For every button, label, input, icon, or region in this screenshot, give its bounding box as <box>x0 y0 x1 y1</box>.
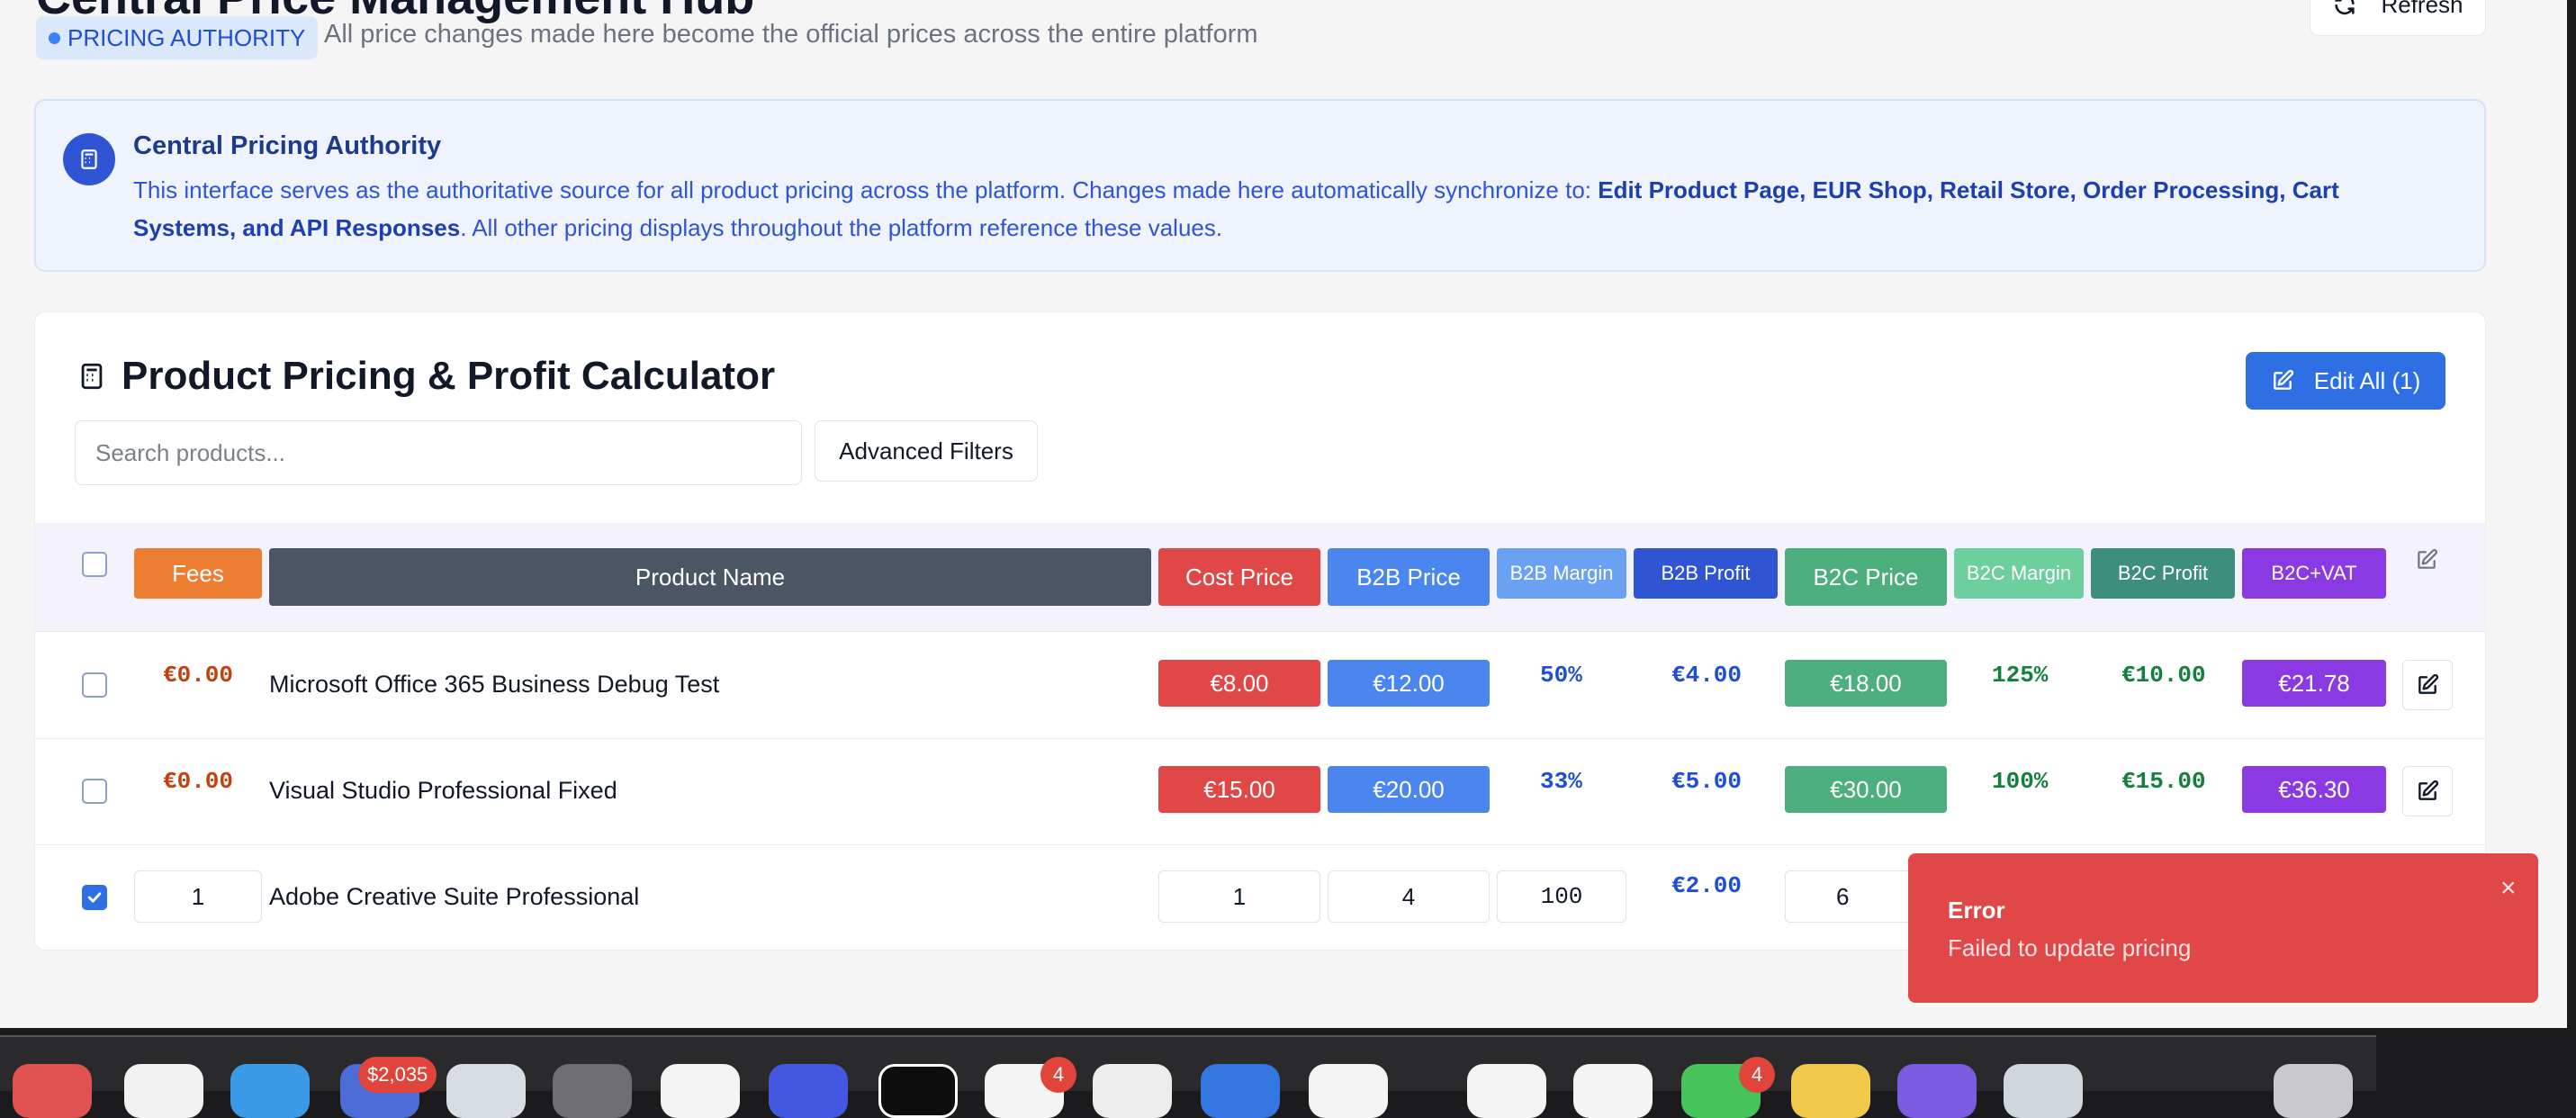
b2c-profit-value: €10.00 <box>2121 662 2206 689</box>
toast-title: Error <box>1948 897 2005 924</box>
b2c-price-value: €18.00 <box>1785 660 1947 707</box>
b2b-profit-value: €2.00 <box>1671 872 1743 899</box>
app-icon[interactable] <box>1897 1064 1977 1118</box>
calculator-icon <box>63 133 115 185</box>
cost-price-value: €8.00 <box>1158 660 1320 707</box>
messages-badge: 4 <box>1739 1057 1775 1093</box>
header-b2c-vat[interactable]: B2C+VAT <box>2242 548 2386 599</box>
b2b-profit-value: €4.00 <box>1671 662 1743 689</box>
header-fees[interactable]: Fees <box>134 548 262 599</box>
header-product-name[interactable]: Product Name <box>269 548 1151 606</box>
price-management-page: Central Price Management Hub PRICING AUT… <box>0 0 2567 1028</box>
edit-icon <box>2418 673 2439 694</box>
finance-badge: $2,035 <box>358 1057 437 1093</box>
edit-icon <box>2418 780 2439 800</box>
macos-dock: $2,035 4 4 <box>0 1035 2376 1118</box>
product-name: Adobe Creative Suite Professional <box>269 883 640 910</box>
badge-label: PRICING AUTHORITY <box>68 23 306 51</box>
app-store-icon[interactable] <box>1201 1064 1280 1118</box>
header-b2b-margin[interactable]: B2B Margin <box>1497 548 1626 599</box>
edit-column-icon <box>2418 549 2437 569</box>
info-text: This interface serves as the authoritati… <box>133 171 2437 247</box>
b2b-price-value: €12.00 <box>1328 660 1490 707</box>
app-icon[interactable] <box>1791 1064 1870 1118</box>
fees-value: €0.00 <box>163 662 234 689</box>
b2c-vat-value: €36.30 <box>2242 766 2386 813</box>
notes-icon[interactable] <box>1093 1064 1172 1118</box>
header-b2b-profit[interactable]: B2B Profit <box>1634 548 1778 599</box>
table-row: €0.00 Microsoft Office 365 Business Debu… <box>35 633 2485 740</box>
calculator-title: Product Pricing & Profit Calculator <box>77 354 775 399</box>
b2c-vat-value: €21.78 <box>2242 660 2386 707</box>
app-icon[interactable] <box>1467 1064 1546 1118</box>
trash-icon[interactable] <box>2274 1064 2353 1118</box>
row-edit-button[interactable] <box>2402 660 2453 710</box>
info-text-intro: This interface serves as the authoritati… <box>133 176 1599 203</box>
table-row: €0.00 Visual Studio Professional Fixed €… <box>35 739 2485 846</box>
b2b-profit-value: €5.00 <box>1671 768 1743 795</box>
status-dot-icon <box>49 32 60 44</box>
terminal-icon[interactable] <box>878 1064 958 1118</box>
app-icon[interactable] <box>446 1064 526 1118</box>
row-checkbox-checked[interactable] <box>82 885 107 910</box>
b2b-margin-input[interactable]: 100 <box>1497 870 1626 923</box>
edit-icon <box>2273 369 2293 390</box>
header-b2c-profit[interactable]: B2C Profit <box>2091 548 2235 599</box>
central-pricing-info-panel: Central Pricing Authority This interface… <box>34 99 2486 272</box>
edit-all-button[interactable]: Edit All (1) <box>2246 352 2445 410</box>
table-header: Fees Product Name Cost Price B2B Price B… <box>35 523 2485 632</box>
b2c-margin-value: 125% <box>1992 662 2049 689</box>
mail-badge: 4 <box>1040 1057 1076 1093</box>
b2b-margin-value: 33% <box>1540 768 1582 795</box>
app-icon[interactable] <box>1309 1064 1388 1118</box>
pricing-authority-badge: PRICING AUTHORITY <box>36 16 319 59</box>
refresh-button[interactable]: Refresh <box>2310 0 2486 36</box>
select-all-checkbox[interactable] <box>82 552 107 577</box>
product-search-input[interactable] <box>75 420 802 485</box>
header-cost-price[interactable]: Cost Price <box>1158 548 1320 606</box>
b2b-price-value: €20.00 <box>1328 766 1490 813</box>
calculator-icon <box>81 363 103 390</box>
row-checkbox[interactable] <box>82 779 107 804</box>
close-icon[interactable]: × <box>2500 875 2517 902</box>
b2c-price-value: €30.00 <box>1785 766 1947 813</box>
header-b2c-margin[interactable]: B2C Margin <box>1954 548 2084 599</box>
b2c-margin-value: 100% <box>1992 768 2049 795</box>
product-name: Microsoft Office 365 Business Debug Test <box>269 671 720 698</box>
row-checkbox[interactable] <box>82 672 107 698</box>
app-icon[interactable] <box>769 1064 848 1118</box>
checkmark-icon <box>87 892 102 903</box>
header-b2b-price[interactable]: B2B Price <box>1328 548 1490 606</box>
header-b2c-price[interactable]: B2C Price <box>1785 548 1947 606</box>
error-toast: Error Failed to update pricing × <box>1908 853 2538 1003</box>
app-icon[interactable] <box>661 1064 740 1118</box>
app-icon[interactable] <box>124 1064 203 1118</box>
safari-icon[interactable] <box>230 1064 310 1118</box>
row-edit-button[interactable] <box>2402 766 2453 816</box>
calculator-title-text: Product Pricing & Profit Calculator <box>122 354 776 398</box>
calendar-app-icon[interactable] <box>13 1064 92 1118</box>
fees-value: €0.00 <box>163 768 234 795</box>
b2b-margin-value: 50% <box>1540 662 1582 689</box>
product-name: Visual Studio Professional Fixed <box>269 777 617 804</box>
refresh-icon <box>2335 0 2355 15</box>
b2c-profit-value: €15.00 <box>2121 768 2206 795</box>
edit-all-label: Edit All (1) <box>2313 366 2421 394</box>
app-icon[interactable] <box>2004 1064 2083 1118</box>
app-icon[interactable] <box>1573 1064 1653 1118</box>
cost-price-value: €15.00 <box>1158 766 1320 813</box>
fees-input[interactable]: 1 <box>134 870 262 923</box>
page-subtitle: All price changes made here become the o… <box>324 20 1258 49</box>
toast-message: Failed to update pricing <box>1948 934 2192 961</box>
refresh-label: Refresh <box>2381 0 2463 18</box>
info-text-outro: . All other pricing displays throughout … <box>460 214 1223 241</box>
b2b-price-input[interactable]: 4 <box>1328 870 1490 923</box>
cost-price-input[interactable]: 1 <box>1158 870 1320 923</box>
settings-icon[interactable] <box>553 1064 632 1118</box>
info-title: Central Pricing Authority <box>133 131 442 160</box>
advanced-filters-button[interactable]: Advanced Filters <box>815 420 1038 482</box>
